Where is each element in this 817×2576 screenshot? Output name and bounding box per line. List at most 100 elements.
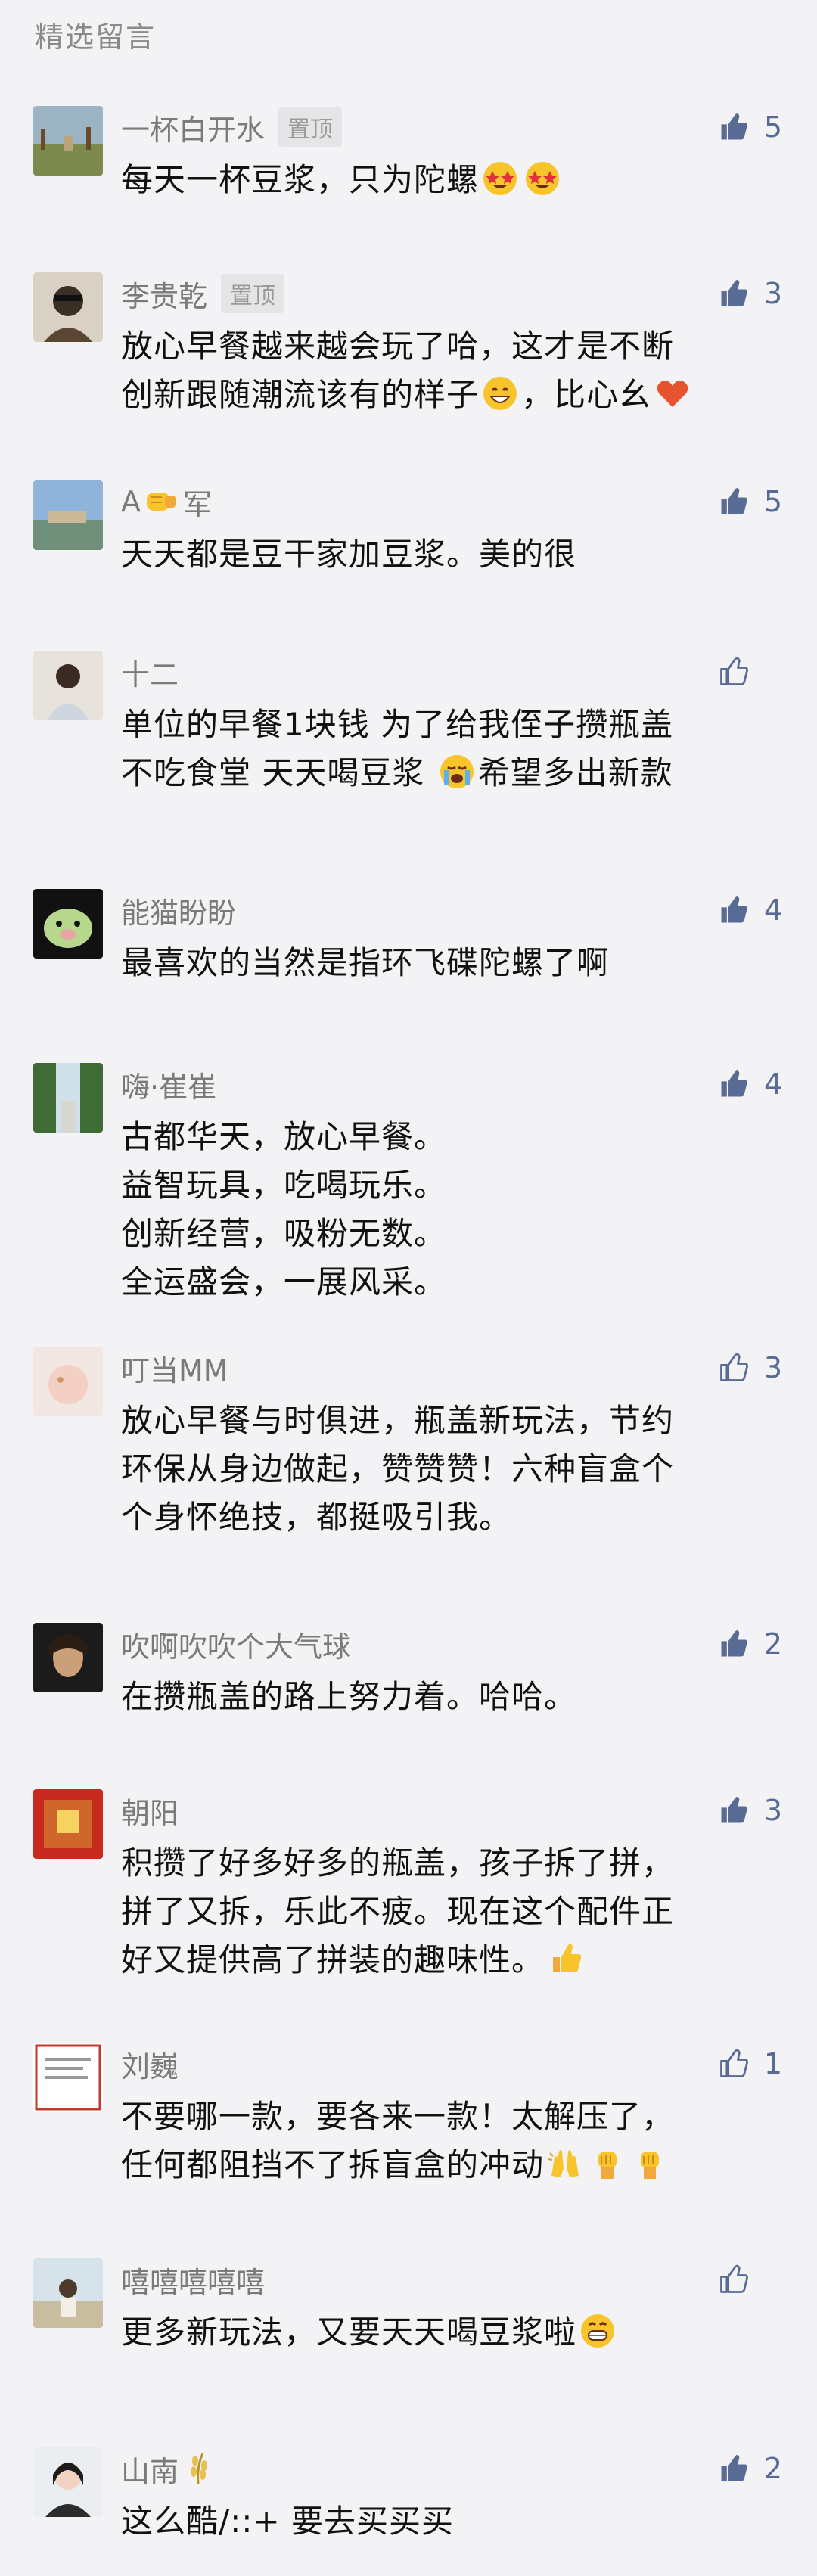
comment-line: 在攒瓶盖的路上努力着。哈哈。 bbox=[121, 1673, 772, 1721]
avatar[interactable] bbox=[33, 1347, 103, 1416]
crying-icon bbox=[439, 754, 475, 790]
comment-header: 十二 bbox=[121, 651, 179, 693]
star-eyes-icon bbox=[524, 160, 561, 197]
comment-line: 放心早餐越来越会玩了哈，这才是不断 bbox=[121, 322, 772, 371]
comment-header: 嗨·崔崔 bbox=[121, 1063, 216, 1105]
comment-line: 积攒了好多好多的瓶盖，孩子拆了拼， bbox=[121, 1839, 772, 1888]
commenter-name[interactable]: 叮当MM bbox=[121, 1347, 228, 1389]
section-title: 精选留言 bbox=[35, 20, 157, 54]
commenter-name[interactable]: 朝阳 bbox=[121, 1790, 179, 1832]
like-count: 3 bbox=[763, 277, 782, 310]
thumbs-up-icon[interactable] bbox=[717, 1067, 750, 1101]
like-button[interactable]: 3 bbox=[717, 1347, 782, 1389]
comment-line: 古都华天，放心早餐。 bbox=[121, 1113, 772, 1161]
avatar[interactable] bbox=[33, 1063, 103, 1133]
like-button[interactable]: 2 bbox=[717, 1623, 782, 1665]
like-button[interactable]: 3 bbox=[717, 1789, 782, 1832]
avatar[interactable] bbox=[33, 651, 103, 720]
commenter-name[interactable]: A bbox=[121, 485, 141, 518]
avatar[interactable] bbox=[33, 1789, 103, 1859]
thumbs-up-icon[interactable] bbox=[717, 277, 750, 310]
comment-header: 山南 bbox=[121, 2447, 219, 2490]
comment-text: 这么酷/::+ 要去买买买 bbox=[121, 2497, 772, 2546]
comment-line: 好又提供高了拼装的趣味性。 bbox=[121, 1936, 772, 1984]
grin-icon bbox=[482, 375, 518, 412]
pinned-badge: 置顶 bbox=[278, 107, 343, 147]
like-count: 5 bbox=[763, 110, 782, 144]
avatar[interactable] bbox=[33, 2258, 103, 2328]
like-button[interactable]: 2 bbox=[717, 2447, 782, 2490]
comment-text: 天天都是豆干家加豆浆。美的很 bbox=[121, 530, 772, 579]
thumbs-up-icon[interactable] bbox=[717, 485, 750, 518]
comment-text-segment: 个身怀绝技，都挺吸引我。 bbox=[121, 1499, 512, 1536]
avatar[interactable] bbox=[33, 272, 103, 342]
comment-line: 任何都阻挡不了拆盲盒的冲动 bbox=[121, 2141, 772, 2189]
commenter-name[interactable]: 十二 bbox=[121, 651, 179, 693]
thumbs-up-icon[interactable] bbox=[717, 1627, 750, 1661]
big-grin-icon bbox=[579, 2313, 616, 2349]
thumbs-up-icon[interactable] bbox=[717, 893, 750, 927]
thumbs-up-icon[interactable] bbox=[717, 1351, 750, 1384]
fist-icon bbox=[142, 483, 179, 520]
thumbs-up-icon[interactable] bbox=[717, 110, 750, 144]
comment-text-segment: 更多新玩法，又要天天喝豆浆啦 bbox=[121, 2313, 577, 2351]
comment-line: 天天都是豆干家加豆浆。美的很 bbox=[121, 530, 772, 579]
comment-text-segment: 在攒瓶盖的路上努力着。哈哈。 bbox=[121, 1678, 577, 1715]
thumbs-up-icon[interactable] bbox=[717, 1794, 750, 1827]
comment-line: 单位的早餐1块钱 为了给我侄子攒瓶盖 bbox=[121, 701, 772, 749]
thumbs-up-icon[interactable] bbox=[717, 655, 750, 688]
comment-text-segment: 积攒了好多好多的瓶盖，孩子拆了拼， bbox=[121, 1844, 675, 1882]
comment-text-segment: 放心早餐与时俱进，瓶盖新玩法，节约 bbox=[121, 1402, 675, 1439]
like-button[interactable]: 5 bbox=[717, 106, 782, 148]
commenter-name[interactable]: 嗨·崔崔 bbox=[121, 1064, 216, 1105]
comment-text-segment: 不吃食堂 天天喝豆浆 bbox=[121, 754, 436, 791]
comment-text-segment: 古都华天，放心早餐。 bbox=[121, 1118, 447, 1155]
avatar[interactable] bbox=[33, 1623, 103, 1692]
comment-text-segment: 好又提供高了拼装的趣味性。 bbox=[121, 1941, 545, 1978]
thumbs-up-icon[interactable] bbox=[717, 2452, 750, 2485]
like-button[interactable] bbox=[717, 651, 782, 693]
comment-text: 更多新玩法，又要天天喝豆浆啦 bbox=[121, 2308, 772, 2357]
fist-raised-icon bbox=[589, 2146, 626, 2182]
comment-text-segment: 最喜欢的当然是指环飞碟陀螺了啊 bbox=[121, 944, 610, 981]
commenter-name[interactable]: 吹啊吹吹个大气球 bbox=[121, 1624, 351, 1665]
like-button[interactable]: 1 bbox=[717, 2043, 782, 2085]
comment-header: 嘻嘻嘻嘻嘻 bbox=[121, 2258, 265, 2301]
like-button[interactable]: 3 bbox=[717, 272, 782, 315]
like-button[interactable]: 4 bbox=[717, 889, 782, 931]
commenter-name-suffix[interactable]: 军 bbox=[183, 481, 212, 523]
rice-icon bbox=[180, 2450, 216, 2487]
like-button[interactable] bbox=[717, 2258, 782, 2301]
like-button[interactable]: 4 bbox=[717, 1063, 782, 1105]
avatar[interactable] bbox=[33, 2447, 103, 2517]
avatar[interactable] bbox=[33, 106, 103, 176]
commenter-name[interactable]: 嘻嘻嘻嘻嘻 bbox=[121, 2259, 265, 2301]
comment-text-segment: 单位的早餐1块钱 为了给我侄子攒瓶盖 bbox=[121, 706, 674, 743]
like-button[interactable]: 5 bbox=[717, 480, 782, 523]
avatar[interactable] bbox=[33, 889, 103, 959]
commenter-name[interactable]: 刘巍 bbox=[121, 2043, 179, 2085]
comment-text: 单位的早餐1块钱 为了给我侄子攒瓶盖 不吃食堂 天天喝豆浆 希望多出新款 bbox=[121, 701, 772, 797]
commenter-name[interactable]: 能猫盼盼 bbox=[121, 890, 236, 931]
comment-text-segment: 环保从身边做起，赞赞赞！六种盲盒个 bbox=[121, 1450, 675, 1487]
comment-text: 在攒瓶盖的路上努力着。哈哈。 bbox=[121, 1673, 772, 1721]
commenter-name[interactable]: 李贵乾 bbox=[121, 273, 207, 315]
thumbs-icon bbox=[547, 1941, 583, 1977]
comment-text: 古都华天，放心早餐。 益智玩具，吃喝玩乐。 创新经营，吸粉无数。 全运盛会，一展风采。 bbox=[121, 1113, 772, 1307]
comment-line: 不吃食堂 天天喝豆浆 希望多出新款 bbox=[121, 749, 772, 797]
thumbs-up-icon[interactable] bbox=[717, 2047, 750, 2080]
comment-line: 拼了又拆，乐此不疲。现在这个配件正 bbox=[121, 1888, 772, 1936]
comment-line: 每天一杯豆浆，只为陀螺 bbox=[121, 156, 772, 204]
avatar[interactable] bbox=[33, 480, 103, 550]
comment-text-segment: 创新经营，吸粉无数。 bbox=[121, 1215, 447, 1252]
thumbs-up-icon[interactable] bbox=[717, 2263, 750, 2296]
comment-line: 更多新玩法，又要天天喝豆浆啦 bbox=[121, 2308, 772, 2357]
comment-line: 环保从身边做起，赞赞赞！六种盲盒个 bbox=[121, 1445, 772, 1493]
comment-line: 这么酷/::+ 要去买买买 bbox=[121, 2497, 772, 2546]
avatar[interactable] bbox=[33, 2043, 103, 2112]
commenter-name[interactable]: 山南 bbox=[121, 2448, 179, 2490]
comment-text: 放心早餐与时俱进，瓶盖新玩法，节约 环保从身边做起，赞赞赞！六种盲盒个 个身怀绝技，… bbox=[121, 1397, 772, 1542]
commenter-name[interactable]: 一杯白开水 bbox=[121, 107, 265, 148]
comment-text-segment: 希望多出新款 bbox=[477, 754, 673, 791]
comment-text-segment: 创新跟随潮流该有的样子 bbox=[121, 376, 480, 413]
